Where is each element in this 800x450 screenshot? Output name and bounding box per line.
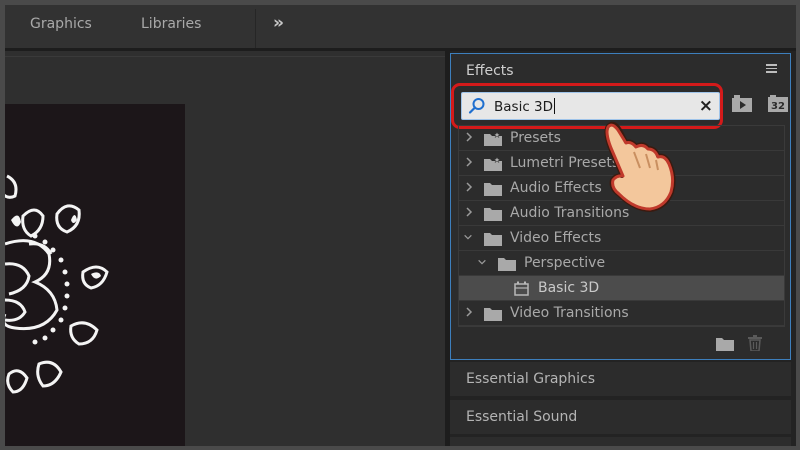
effect-icon — [514, 281, 529, 296]
accelerated-effects-icon[interactable] — [731, 94, 753, 114]
essential-sound-panel[interactable]: Essential Sound — [450, 400, 791, 434]
video-preview — [5, 104, 185, 446]
double-chevron-right-icon[interactable]: » — [273, 13, 284, 33]
magnifier-icon — [468, 98, 485, 114]
search-input[interactable]: Basic 3D × — [461, 92, 720, 120]
folder-icon — [484, 233, 502, 246]
tree-item-perspective[interactable]: Perspective — [459, 251, 784, 276]
bit32-label: 32 — [771, 101, 785, 112]
tree-item-label: Audio Effects — [510, 180, 602, 196]
essential-graphics-panel[interactable]: Essential Graphics — [450, 362, 791, 396]
chevron-down-icon[interactable] — [463, 231, 473, 243]
chevron-right-icon[interactable] — [464, 306, 474, 318]
star-folder-icon — [484, 132, 502, 146]
tree-item-label: Perspective — [524, 255, 606, 271]
panel-title: Essential Graphics — [466, 371, 596, 387]
hamburger-menu-icon[interactable] — [766, 64, 777, 73]
tree-item-video-effects[interactable]: Video Effects — [459, 226, 784, 251]
tree-item-basic-3d[interactable]: Basic 3D — [459, 276, 784, 301]
workspace-tab-graphics[interactable]: Graphics — [30, 16, 92, 32]
tree-item-label: Presets — [510, 130, 561, 146]
folder-icon — [484, 183, 502, 196]
chevron-right-icon[interactable] — [464, 156, 474, 168]
chevron-right-icon[interactable] — [464, 206, 474, 218]
chevron-down-icon[interactable] — [477, 256, 487, 268]
panel-title[interactable]: Effects — [466, 63, 514, 79]
tree-item-label: Video Transitions — [510, 305, 629, 321]
tree-item-label: Basic 3D — [538, 280, 600, 296]
tree-item-video-transitions[interactable]: Video Transitions — [459, 301, 784, 326]
tree-item-label: Video Effects — [510, 230, 602, 246]
divider — [255, 9, 256, 49]
panel-title: Essential Sound — [466, 409, 578, 425]
folder-icon — [484, 308, 502, 321]
panel-stub — [450, 437, 791, 446]
chevron-right-icon[interactable] — [464, 131, 474, 143]
workspace-bar: Graphics Libraries » — [5, 5, 796, 49]
search-value: Basic 3D — [494, 99, 554, 115]
chevron-right-icon[interactable] — [464, 181, 474, 193]
search-highlight: Basic 3D × — [451, 83, 723, 129]
new-folder-icon[interactable] — [716, 337, 734, 351]
star-folder-icon — [484, 157, 502, 171]
folder-icon — [498, 258, 516, 271]
trash-icon[interactable] — [748, 335, 762, 351]
mandala-image — [5, 174, 109, 394]
close-icon[interactable]: × — [699, 96, 713, 116]
program-monitor — [5, 51, 445, 446]
hand-pointer-icon — [604, 121, 676, 212]
divider — [5, 56, 445, 57]
32-bit-effects-icon[interactable]: 32 — [767, 94, 789, 114]
folder-icon — [484, 208, 502, 221]
workspace-tab-libraries[interactable]: Libraries — [141, 16, 201, 32]
